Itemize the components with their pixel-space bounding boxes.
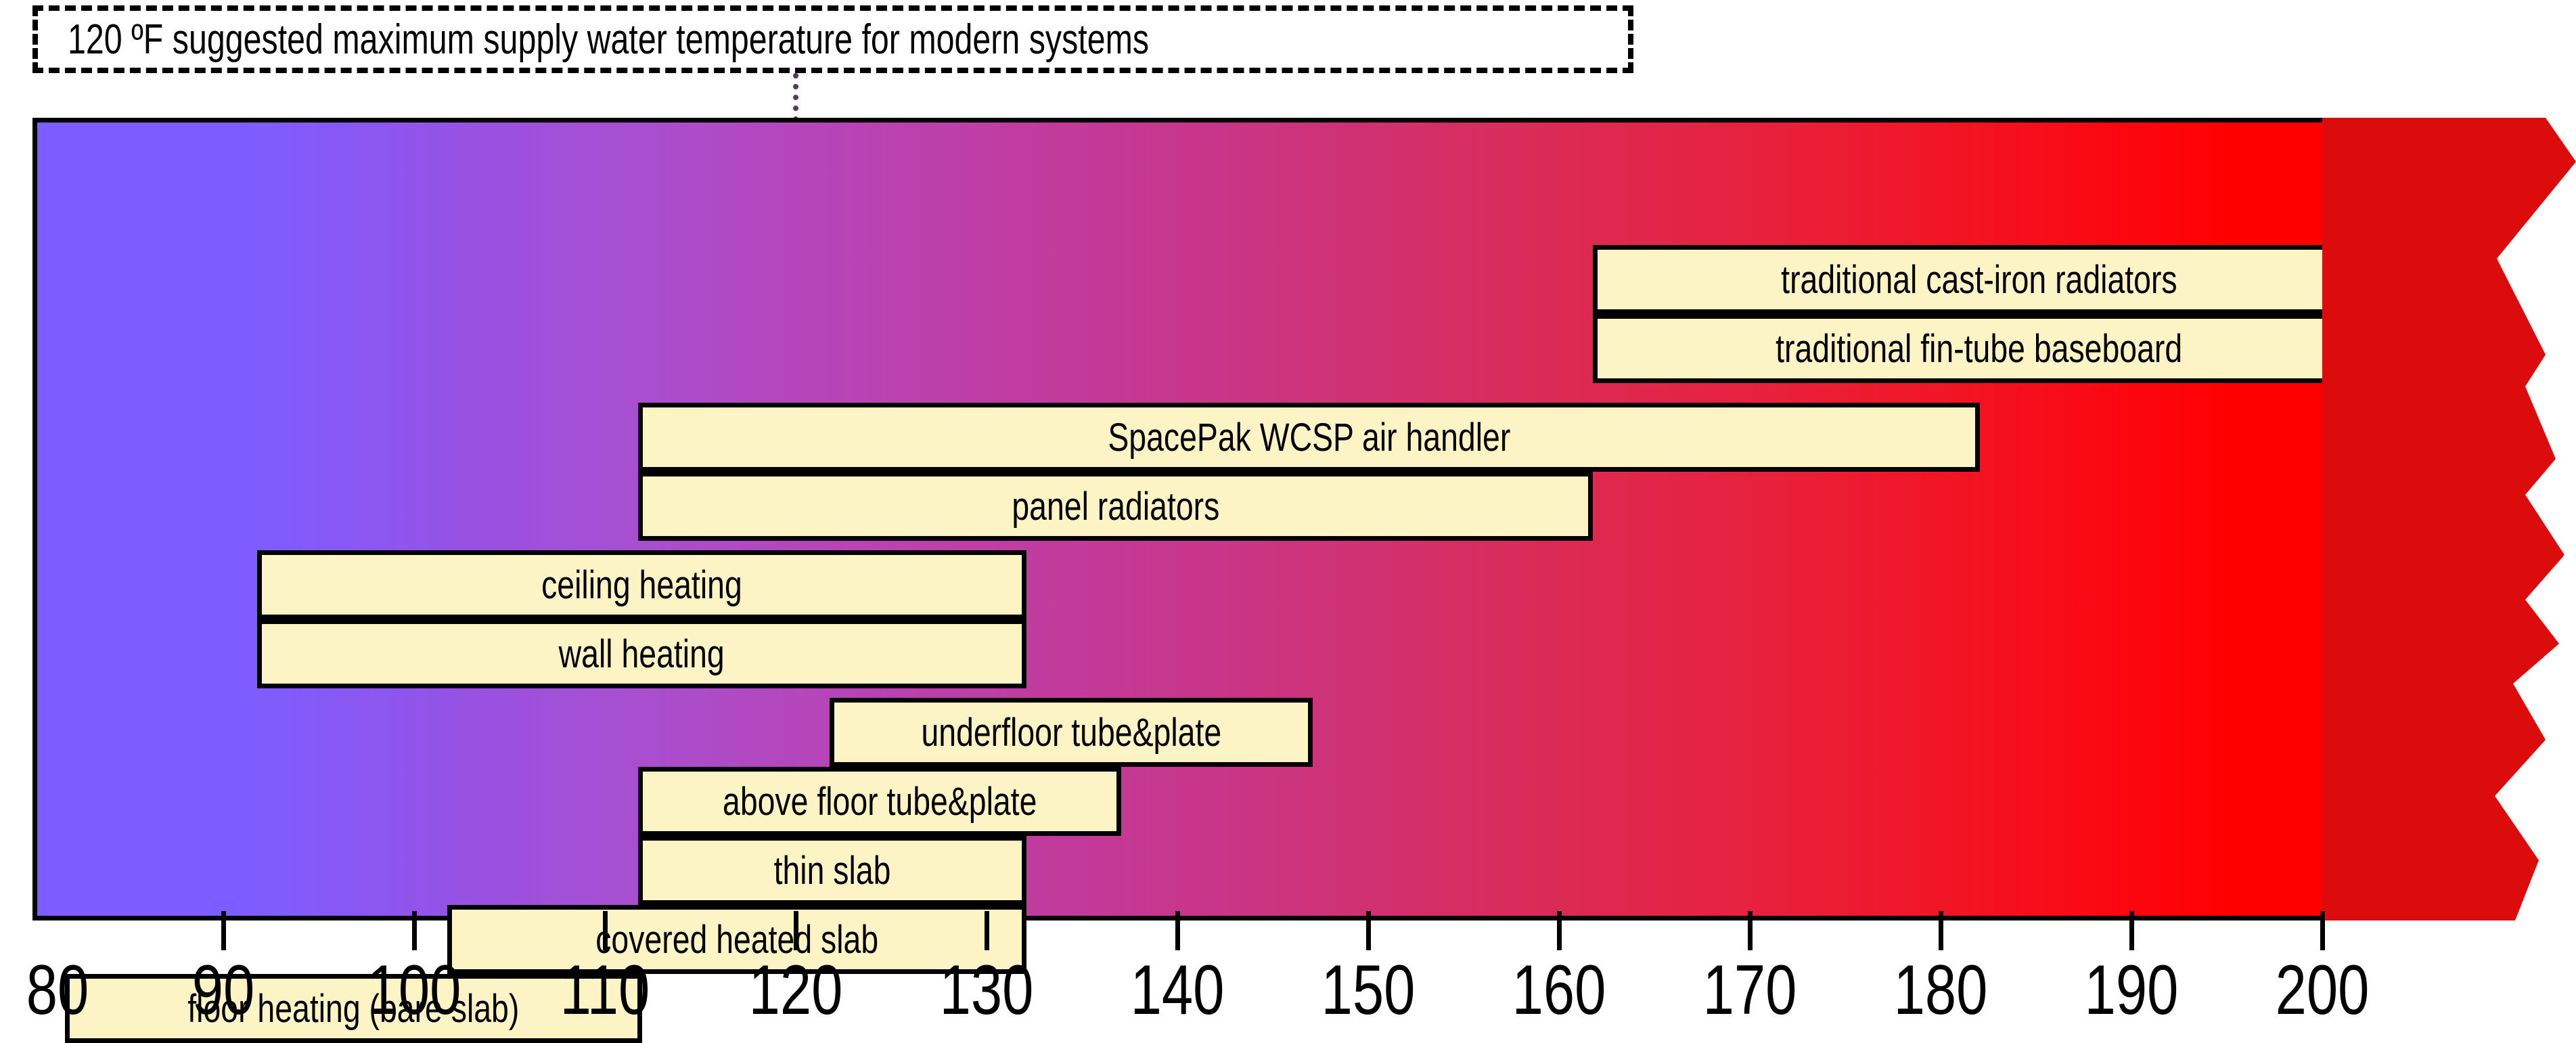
bar-ceiling-heating: ceiling heating bbox=[257, 550, 1026, 619]
x-axis-tick-label: 190 bbox=[2084, 951, 2179, 1029]
bar-thin-slab: thin slab bbox=[638, 836, 1026, 905]
bar-traditional-fin-tube-baseboard: traditional fin-tube baseboard bbox=[1593, 314, 2365, 383]
x-axis-tick bbox=[412, 911, 417, 950]
bar-panel-radiators: panel radiators bbox=[638, 472, 1593, 541]
x-axis-tick bbox=[1748, 911, 1753, 950]
x-axis-tick-label: 200 bbox=[2275, 951, 2370, 1029]
bar-label: panel radiators bbox=[1012, 484, 1219, 529]
plot-area: traditional cast-iron radiators tradition… bbox=[32, 118, 2365, 1043]
x-axis-tick bbox=[2320, 911, 2325, 950]
x-axis-tick-label: 110 bbox=[560, 951, 650, 1029]
x-axis-tick-label: 150 bbox=[1321, 951, 1416, 1029]
x-axis: 80 90 100 110 120 130 140 150 160 170 180 190 200 bbox=[0, 911, 2576, 1034]
bar-label: underfloor tube&plate bbox=[921, 710, 1221, 755]
bar-above-floor-tube-plate: above floor tube&plate bbox=[638, 767, 1121, 836]
x-axis-tick bbox=[985, 911, 989, 950]
x-axis-tick-label: 170 bbox=[1702, 951, 1797, 1029]
bar-label: thin slab bbox=[773, 848, 891, 893]
bar-spacepak-wcsp-air-handler: SpacePak WCSP air handler bbox=[638, 403, 1980, 472]
x-axis-tick bbox=[1366, 911, 1371, 950]
bar-label: wall heating bbox=[558, 631, 725, 676]
x-axis-tick-label: 140 bbox=[1130, 951, 1225, 1029]
bar-wall-heating: wall heating bbox=[257, 619, 1026, 688]
torn-edge-shape bbox=[2322, 118, 2576, 920]
bar-label: ceiling heating bbox=[541, 562, 742, 607]
x-axis-tick-label: 180 bbox=[1893, 951, 1988, 1029]
not-recommended-zone: NOT RECOMMENDED bbox=[2322, 118, 2576, 920]
bar-label: SpacePak WCSP air handler bbox=[1108, 415, 1510, 460]
x-axis-tick-label: 160 bbox=[1512, 951, 1606, 1029]
x-axis-tick-label: 100 bbox=[367, 951, 461, 1029]
chart-canvas: 120 ºF suggested maximum supply water te… bbox=[0, 0, 2576, 1043]
bar-underfloor-tube-plate: underfloor tube&plate bbox=[830, 698, 1313, 767]
bar-label: traditional fin-tube baseboard bbox=[1775, 326, 2183, 371]
x-axis-tick bbox=[221, 911, 226, 950]
bar-label: traditional cast-iron radiators bbox=[1780, 257, 2177, 302]
x-axis-tick bbox=[1175, 911, 1180, 950]
x-axis-tick-label: 90 bbox=[191, 951, 255, 1029]
bar-label: above floor tube&plate bbox=[722, 779, 1037, 824]
x-axis-tick-label: 80 bbox=[26, 951, 89, 1029]
x-axis-tick bbox=[794, 911, 798, 950]
annotation-text: 120 ºF suggested maximum supply water te… bbox=[68, 16, 1150, 63]
x-axis-tick bbox=[603, 911, 608, 950]
bar-traditional-cast-iron-radiators: traditional cast-iron radiators bbox=[1593, 245, 2365, 314]
annotation-callout: 120 ºF suggested maximum supply water te… bbox=[32, 5, 1633, 73]
x-axis-tick bbox=[1557, 911, 1562, 950]
x-axis-tick-label: 120 bbox=[748, 951, 843, 1029]
x-axis-tick bbox=[2129, 911, 2134, 950]
x-axis-tick-label: 130 bbox=[939, 951, 1034, 1029]
x-axis-tick bbox=[1939, 911, 1943, 950]
